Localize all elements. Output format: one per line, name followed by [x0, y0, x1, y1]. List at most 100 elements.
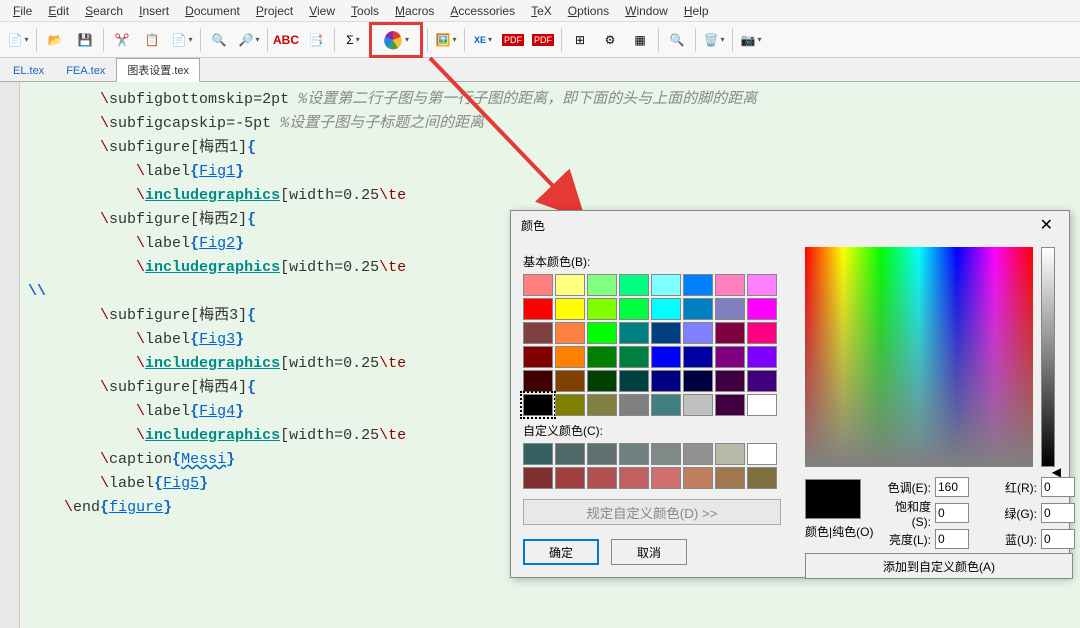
cancel-button[interactable]: 取消 — [611, 539, 687, 565]
color-swatch[interactable] — [555, 370, 585, 392]
green-input[interactable] — [1041, 503, 1075, 523]
image-icon[interactable]: 🖼️▾ — [432, 26, 460, 54]
tab[interactable]: EL.tex — [2, 61, 55, 81]
new-icon[interactable]: 📄▾ — [4, 26, 32, 54]
trash-icon[interactable]: 🗑️▾ — [700, 26, 728, 54]
ok-button[interactable]: 确定 — [523, 539, 599, 565]
custom-swatch[interactable] — [715, 467, 745, 489]
color-swatch[interactable] — [523, 298, 553, 320]
color-swatch[interactable] — [715, 274, 745, 296]
define-custom-button[interactable]: 规定自定义颜色(D) >> — [523, 499, 781, 525]
color-swatch[interactable] — [683, 298, 713, 320]
color-swatch[interactable] — [587, 370, 617, 392]
save-icon[interactable]: 💾 — [71, 26, 99, 54]
color-swatch[interactable] — [587, 298, 617, 320]
custom-swatch[interactable] — [619, 443, 649, 465]
color-swatch[interactable] — [683, 394, 713, 416]
menu-file[interactable]: File — [6, 2, 39, 20]
open-icon[interactable]: 📂 — [41, 26, 69, 54]
color-swatch[interactable] — [683, 346, 713, 368]
color-swatch[interactable] — [747, 322, 777, 344]
custom-swatch[interactable] — [555, 443, 585, 465]
window-icon[interactable]: ⊞ — [566, 26, 594, 54]
color-swatch[interactable] — [523, 274, 553, 296]
color-swatch[interactable] — [587, 322, 617, 344]
cut-icon[interactable]: ✂️ — [108, 26, 136, 54]
menu-accessories[interactable]: Accessories — [443, 2, 522, 20]
red-input[interactable] — [1041, 477, 1075, 497]
color-spectrum[interactable] — [805, 247, 1033, 467]
custom-swatch[interactable] — [683, 467, 713, 489]
color-swatch[interactable] — [715, 346, 745, 368]
color-swatch[interactable] — [555, 322, 585, 344]
menu-tex[interactable]: TeX — [524, 2, 559, 20]
tab[interactable]: FEA.tex — [55, 61, 116, 81]
custom-swatch[interactable] — [587, 443, 617, 465]
color-swatch[interactable] — [587, 274, 617, 296]
color-swatch[interactable] — [715, 298, 745, 320]
color-swatch[interactable] — [555, 298, 585, 320]
color-swatch[interactable] — [619, 394, 649, 416]
color-swatch[interactable] — [651, 346, 681, 368]
color-swatch[interactable] — [619, 298, 649, 320]
camera-icon[interactable]: 📷▾ — [737, 26, 765, 54]
color-swatch[interactable] — [747, 274, 777, 296]
menu-edit[interactable]: Edit — [41, 2, 76, 20]
pdf-icon[interactable]: PDF — [499, 26, 527, 54]
custom-swatch[interactable] — [587, 467, 617, 489]
menu-document[interactable]: Document — [178, 2, 247, 20]
bookmark-icon[interactable]: 📑 — [302, 26, 330, 54]
lum-input[interactable] — [935, 529, 969, 549]
custom-swatch[interactable] — [651, 467, 681, 489]
color-swatch[interactable] — [523, 346, 553, 368]
menu-insert[interactable]: Insert — [132, 2, 176, 20]
menu-tools[interactable]: Tools — [344, 2, 386, 20]
menu-view[interactable]: View — [302, 2, 342, 20]
color-swatch[interactable] — [651, 322, 681, 344]
replace-icon[interactable]: 🔎▾ — [235, 26, 263, 54]
add-to-custom-button[interactable]: 添加到自定义颜色(A) — [805, 553, 1073, 579]
zoom-icon[interactable]: 🔍 — [663, 26, 691, 54]
menu-help[interactable]: Help — [677, 2, 716, 20]
grid-icon[interactable]: ▦ — [626, 26, 654, 54]
color-swatch[interactable] — [747, 394, 777, 416]
color-swatch[interactable] — [683, 322, 713, 344]
color-swatch[interactable] — [523, 394, 553, 416]
color-swatch[interactable] — [619, 346, 649, 368]
menu-project[interactable]: Project — [249, 2, 300, 20]
custom-swatch[interactable] — [747, 467, 777, 489]
color-swatch[interactable] — [555, 274, 585, 296]
copy-icon[interactable]: 📋 — [138, 26, 166, 54]
custom-swatch[interactable] — [715, 443, 745, 465]
color-swatch[interactable] — [747, 370, 777, 392]
color-swatch[interactable] — [587, 346, 617, 368]
close-icon[interactable]: ✕ — [1034, 215, 1059, 235]
color-swatch[interactable] — [683, 370, 713, 392]
color-swatch[interactable] — [619, 274, 649, 296]
color-swatch[interactable] — [523, 322, 553, 344]
color-swatch[interactable] — [747, 298, 777, 320]
color-swatch[interactable] — [747, 346, 777, 368]
pdf2-icon[interactable]: PDF — [529, 26, 557, 54]
color-swatch[interactable] — [651, 274, 681, 296]
color-swatch[interactable] — [587, 394, 617, 416]
sum-icon[interactable]: Σ▾ — [339, 26, 367, 54]
custom-swatch[interactable] — [555, 467, 585, 489]
tab[interactable]: 图表设置.tex — [116, 58, 200, 82]
menu-search[interactable]: Search — [78, 2, 130, 20]
xelatex-icon[interactable]: XE▾ — [469, 26, 497, 54]
color-swatch[interactable] — [555, 346, 585, 368]
color-swatch[interactable] — [619, 370, 649, 392]
color-swatch[interactable] — [651, 394, 681, 416]
color-swatch[interactable] — [683, 274, 713, 296]
menu-window[interactable]: Window — [618, 2, 675, 20]
hue-input[interactable] — [935, 477, 969, 497]
color-swatch[interactable] — [651, 298, 681, 320]
color-swatch[interactable] — [523, 370, 553, 392]
color-swatch[interactable] — [651, 370, 681, 392]
spellcheck-icon[interactable]: ABC — [272, 26, 300, 54]
menu-options[interactable]: Options — [561, 2, 616, 20]
color-swatch[interactable] — [715, 394, 745, 416]
blue-input[interactable] — [1041, 529, 1075, 549]
find-icon[interactable]: 🔍 — [205, 26, 233, 54]
